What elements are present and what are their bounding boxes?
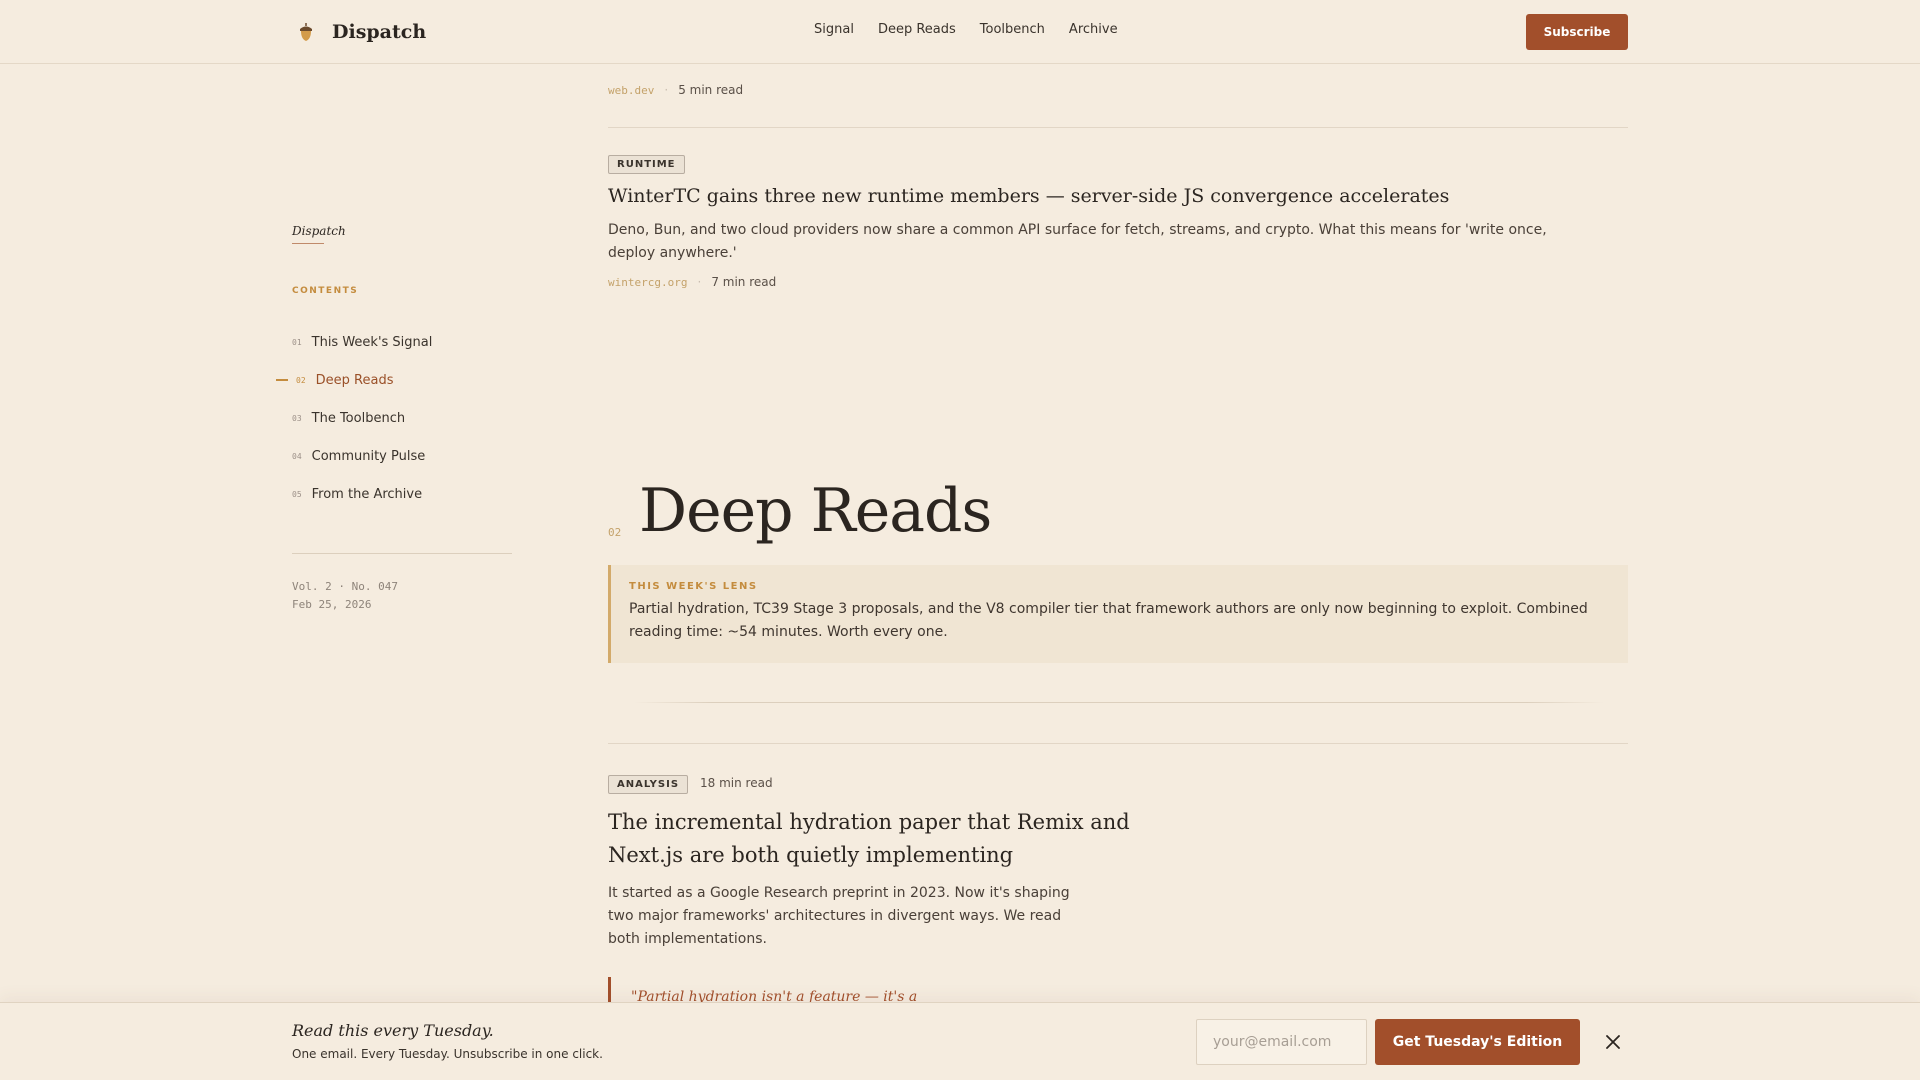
contents-label: CONTENTS — [292, 286, 359, 296]
sidebar-divider — [292, 553, 512, 554]
article-header: ANALYSIS 18 min read — [608, 775, 1208, 794]
article-title[interactable]: WinterTC gains three new runtime members… — [608, 180, 1608, 213]
read-time: 5 min read — [678, 83, 744, 97]
nav-archive[interactable]: Archive — [1069, 22, 1118, 37]
read-time: 7 min read — [711, 275, 777, 289]
article-title[interactable]: The incremental hydration paper that Rem… — [608, 806, 1198, 872]
toc-label: From the Archive — [311, 486, 423, 502]
table-of-contents: 01 This Week's Signal 02 Deep Reads 03 T… — [276, 323, 532, 513]
active-indicator — [276, 379, 288, 381]
article-dek: It started as a Google Research preprint… — [608, 885, 1070, 947]
subscribe-bar-title: Read this every Tuesday. — [292, 1021, 494, 1040]
category-tag: ANALYSIS — [608, 775, 689, 794]
pull-quote-bar — [608, 977, 611, 1003]
lens-text: Partial hydration, TC39 Stage 3 proposal… — [629, 601, 1588, 640]
weekly-lens: THIS WEEK'S LENS Partial hydration, TC39… — [608, 565, 1628, 663]
separator-dot: · — [664, 83, 669, 97]
section-title: Deep Reads — [639, 476, 992, 546]
article-source[interactable]: wintercg.org — [608, 276, 687, 289]
toc-item-signal[interactable]: 01 This Week's Signal — [292, 323, 532, 361]
divider — [608, 127, 1628, 128]
email-input[interactable] — [1196, 1019, 1367, 1065]
main-nav: Signal Deep Reads Toolbench Archive — [814, 22, 1118, 37]
separator-dot: · — [697, 275, 702, 289]
brand[interactable]: Dispatch — [292, 18, 426, 46]
toc-item-archive[interactable]: 05 From the Archive — [292, 475, 532, 513]
sidebar-brand-underline — [292, 243, 324, 244]
toc-number: 05 — [292, 489, 302, 499]
toc-label: This Week's Signal — [311, 334, 433, 350]
toc-number: 04 — [292, 451, 302, 461]
toc-number: 01 — [292, 337, 302, 347]
category-tag: RUNTIME — [608, 155, 685, 174]
lens-separator — [634, 702, 1604, 703]
toc-label: The Toolbench — [311, 410, 406, 426]
toc-item-community[interactable]: 04 Community Pulse — [292, 437, 532, 475]
article-runtime: RUNTIME WinterTC gains three new runtime… — [608, 152, 1608, 289]
read-time: 18 min read — [700, 775, 773, 790]
article-source[interactable]: web.dev — [608, 84, 654, 97]
subscribe-button[interactable]: Subscribe — [1526, 14, 1628, 50]
article-dek: Deno, Bun, and two cloud providers now s… — [608, 222, 1547, 261]
divider — [608, 743, 1628, 744]
subscribe-bar-subtitle: One email. Every Tuesday. Unsubscribe in… — [292, 1047, 603, 1061]
toc-number: 03 — [292, 413, 302, 423]
issue-date: Feb 25, 2026 — [292, 598, 372, 611]
nav-deep-reads[interactable]: Deep Reads — [878, 22, 956, 37]
article-analysis: ANALYSIS 18 min read The incremental hyd… — [608, 775, 1208, 951]
nav-signal[interactable]: Signal — [814, 22, 854, 37]
issue-meta: Vol. 2 · No. 047 Feb 25, 2026 — [292, 578, 398, 614]
toc-number: 02 — [296, 375, 306, 385]
acorn-icon — [292, 18, 320, 46]
toc-item-toolbench[interactable]: 03 The Toolbench — [292, 399, 532, 437]
toc-label: Deep Reads — [315, 372, 394, 388]
sidebar-brand: Dispatch — [292, 224, 346, 238]
article-meta: wintercg.org · 7 min read — [608, 275, 1608, 289]
nav-toolbench[interactable]: Toolbench — [980, 22, 1045, 37]
site-header: Dispatch Signal Deep Reads Toolbench Arc… — [0, 0, 1920, 64]
toc-item-deep-reads[interactable]: 02 Deep Reads — [276, 361, 532, 399]
subscribe-bar: Read this every Tuesday. One email. Ever… — [0, 1002, 1920, 1080]
prev-article-meta: web.dev · 5 min read — [608, 83, 743, 97]
issue-volume: Vol. 2 · No. 047 — [292, 580, 398, 593]
brand-name: Dispatch — [332, 21, 427, 43]
get-edition-button[interactable]: Get Tuesday's Edition — [1375, 1019, 1580, 1065]
lens-label: THIS WEEK'S LENS — [629, 581, 758, 592]
close-icon[interactable] — [1600, 1029, 1626, 1055]
section-number: 02 — [608, 526, 622, 539]
toc-label: Community Pulse — [311, 448, 426, 464]
